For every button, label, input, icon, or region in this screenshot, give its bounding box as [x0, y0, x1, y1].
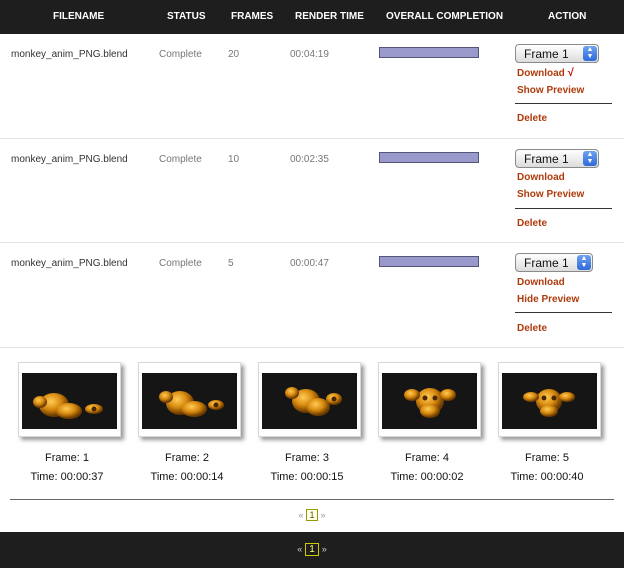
select-arrows-icon: ▲ ▼: [583, 46, 597, 61]
job-filename: monkey_anim_PNG.blend: [11, 49, 128, 60]
show-preview-link[interactable]: Show Preview: [517, 189, 584, 200]
frame-number: Frame: 5: [524, 452, 569, 464]
preview-divider: [10, 499, 614, 500]
monkey-render-image: [22, 373, 117, 429]
frame-time: Time: 00:00:37: [30, 471, 104, 483]
frame-select[interactable]: Frame 1 ▲ ▼: [515, 44, 599, 63]
download-link[interactable]: Download: [517, 172, 565, 183]
frame-number: Frame: 4: [404, 452, 449, 464]
delete-link[interactable]: Delete: [517, 323, 547, 334]
job-render-time: 00:02:35: [290, 154, 329, 165]
frame-number: Frame: 2: [164, 452, 209, 464]
frame-number: Frame: 3: [284, 452, 329, 464]
frame-thumbnail[interactable]: [138, 362, 241, 437]
col-header-status: STATUS: [167, 11, 206, 22]
job-frames: 5: [228, 258, 234, 269]
table-row: monkey_anim_PNG.blend Complete 10 00:02:…: [0, 139, 624, 243]
frame-thumbnail[interactable]: [258, 362, 361, 437]
action-divider: [515, 312, 612, 313]
job-render-time: 00:04:19: [290, 49, 329, 60]
prev-page-button[interactable]: «: [297, 544, 302, 554]
job-filename: monkey_anim_PNG.blend: [11, 258, 128, 269]
job-status: Complete: [159, 258, 202, 269]
completion-bar: [379, 47, 479, 58]
page-number-button[interactable]: 1: [306, 509, 318, 521]
check-icon: √: [567, 67, 574, 79]
frame-select-value: Frame 1: [524, 256, 569, 270]
job-frames: 10: [228, 154, 240, 165]
delete-link[interactable]: Delete: [517, 113, 547, 124]
completion-bar: [379, 152, 479, 163]
col-header-action: ACTION: [548, 11, 587, 22]
monkey-render-image: [382, 373, 477, 429]
frame-number: Frame: 1: [44, 452, 89, 464]
frame-time: Time: 00:00:02: [390, 471, 464, 483]
frame-time: Time: 00:00:15: [270, 471, 344, 483]
delete-link[interactable]: Delete: [517, 218, 547, 229]
page-number-button[interactable]: 1: [305, 543, 319, 556]
monkey-render-image: [142, 373, 237, 429]
frame-time: Time: 00:00:14: [150, 471, 224, 483]
frame-time: Time: 00:00:40: [510, 471, 584, 483]
col-header-overall-completion: OVERALL COMPLETION: [386, 11, 504, 22]
col-header-frames: FRAMES: [231, 11, 274, 22]
col-header-filename: FILENAME: [53, 11, 105, 22]
frame-thumbnail[interactable]: [18, 362, 121, 437]
frame-select[interactable]: Frame 1 ▲ ▼: [515, 253, 593, 272]
job-frames: 20: [228, 49, 240, 60]
frame-select[interactable]: Frame 1 ▲ ▼: [515, 149, 599, 168]
frame-thumbnail[interactable]: [378, 362, 481, 437]
preview-pagination: «1»: [0, 509, 624, 521]
completion-bar: [379, 256, 479, 267]
monkey-render-image: [502, 373, 597, 429]
job-filename: monkey_anim_PNG.blend: [11, 154, 128, 165]
download-link[interactable]: Download: [517, 277, 565, 288]
frame-select-value: Frame 1: [524, 152, 569, 166]
download-link[interactable]: Download √: [517, 67, 574, 79]
prev-page-button[interactable]: «: [298, 510, 303, 520]
job-status: Complete: [159, 49, 202, 60]
show-preview-link[interactable]: Show Preview: [517, 85, 584, 96]
frame-select-value: Frame 1: [524, 47, 569, 61]
table-row: monkey_anim_PNG.blend Complete 20 00:04:…: [0, 34, 624, 139]
frame-thumbnail[interactable]: [498, 362, 601, 437]
footer-bar: «1»: [0, 532, 624, 568]
table-header: FILENAME STATUS FRAMES RENDER TIME OVERA…: [0, 0, 624, 34]
action-divider: [515, 208, 612, 209]
monkey-render-image: [262, 373, 357, 429]
hide-preview-link[interactable]: Hide Preview: [517, 294, 579, 305]
next-page-button[interactable]: »: [322, 544, 327, 554]
select-arrows-icon: ▲ ▼: [577, 255, 591, 270]
table-row: monkey_anim_PNG.blend Complete 5 00:00:4…: [0, 243, 624, 348]
job-status: Complete: [159, 154, 202, 165]
job-render-time: 00:00:47: [290, 258, 329, 269]
action-divider: [515, 103, 612, 104]
download-label: Download: [517, 68, 565, 79]
col-header-render-time: RENDER TIME: [295, 11, 364, 22]
select-arrows-icon: ▲ ▼: [583, 151, 597, 166]
next-page-button[interactable]: »: [321, 510, 326, 520]
main-pagination: «1»: [0, 543, 624, 556]
